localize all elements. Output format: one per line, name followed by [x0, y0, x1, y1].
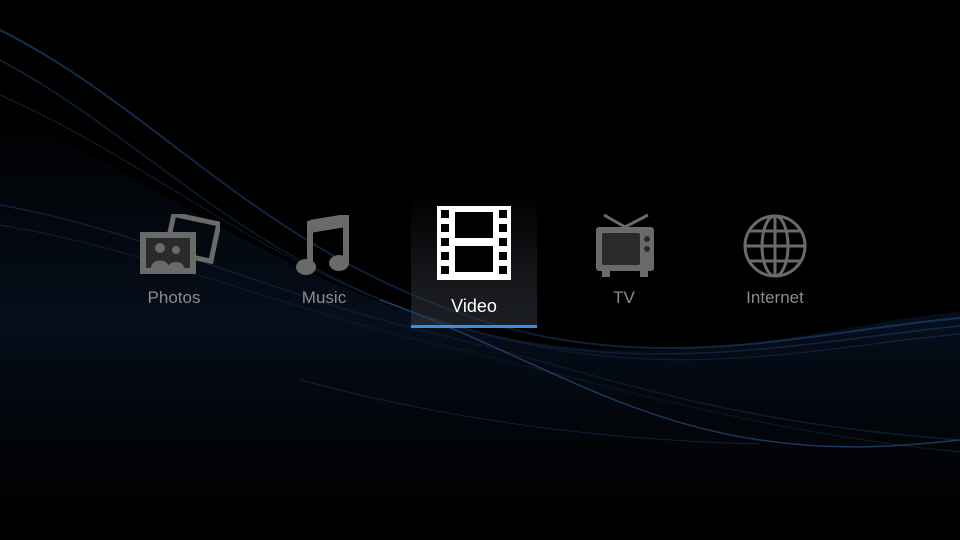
menu-item-photos[interactable]: Photos: [122, 205, 226, 315]
film-strip-icon: [437, 206, 511, 280]
tv-icon: [596, 213, 654, 277]
photos-icon: [140, 214, 220, 274]
menu-item-label: Music: [301, 288, 347, 307]
menu-item-music[interactable]: Music: [272, 205, 376, 315]
menu-item-tv[interactable]: TV: [574, 205, 674, 315]
globe-icon: [743, 214, 807, 278]
music-note-icon: [296, 215, 349, 275]
menu-item-label: Video: [451, 296, 497, 316]
menu-item-label: TV: [613, 288, 635, 307]
selection-underline: [411, 325, 537, 328]
menu-item-video[interactable]: Video: [411, 196, 537, 330]
main-menu: Photos Music Video TV Internet: [0, 0, 960, 540]
menu-item-label: Internet: [746, 288, 804, 307]
menu-item-internet[interactable]: Internet: [722, 205, 828, 315]
menu-item-label: Photos: [147, 288, 201, 307]
media-menu-screen: Photos Music Video TV Internet: [0, 0, 960, 540]
